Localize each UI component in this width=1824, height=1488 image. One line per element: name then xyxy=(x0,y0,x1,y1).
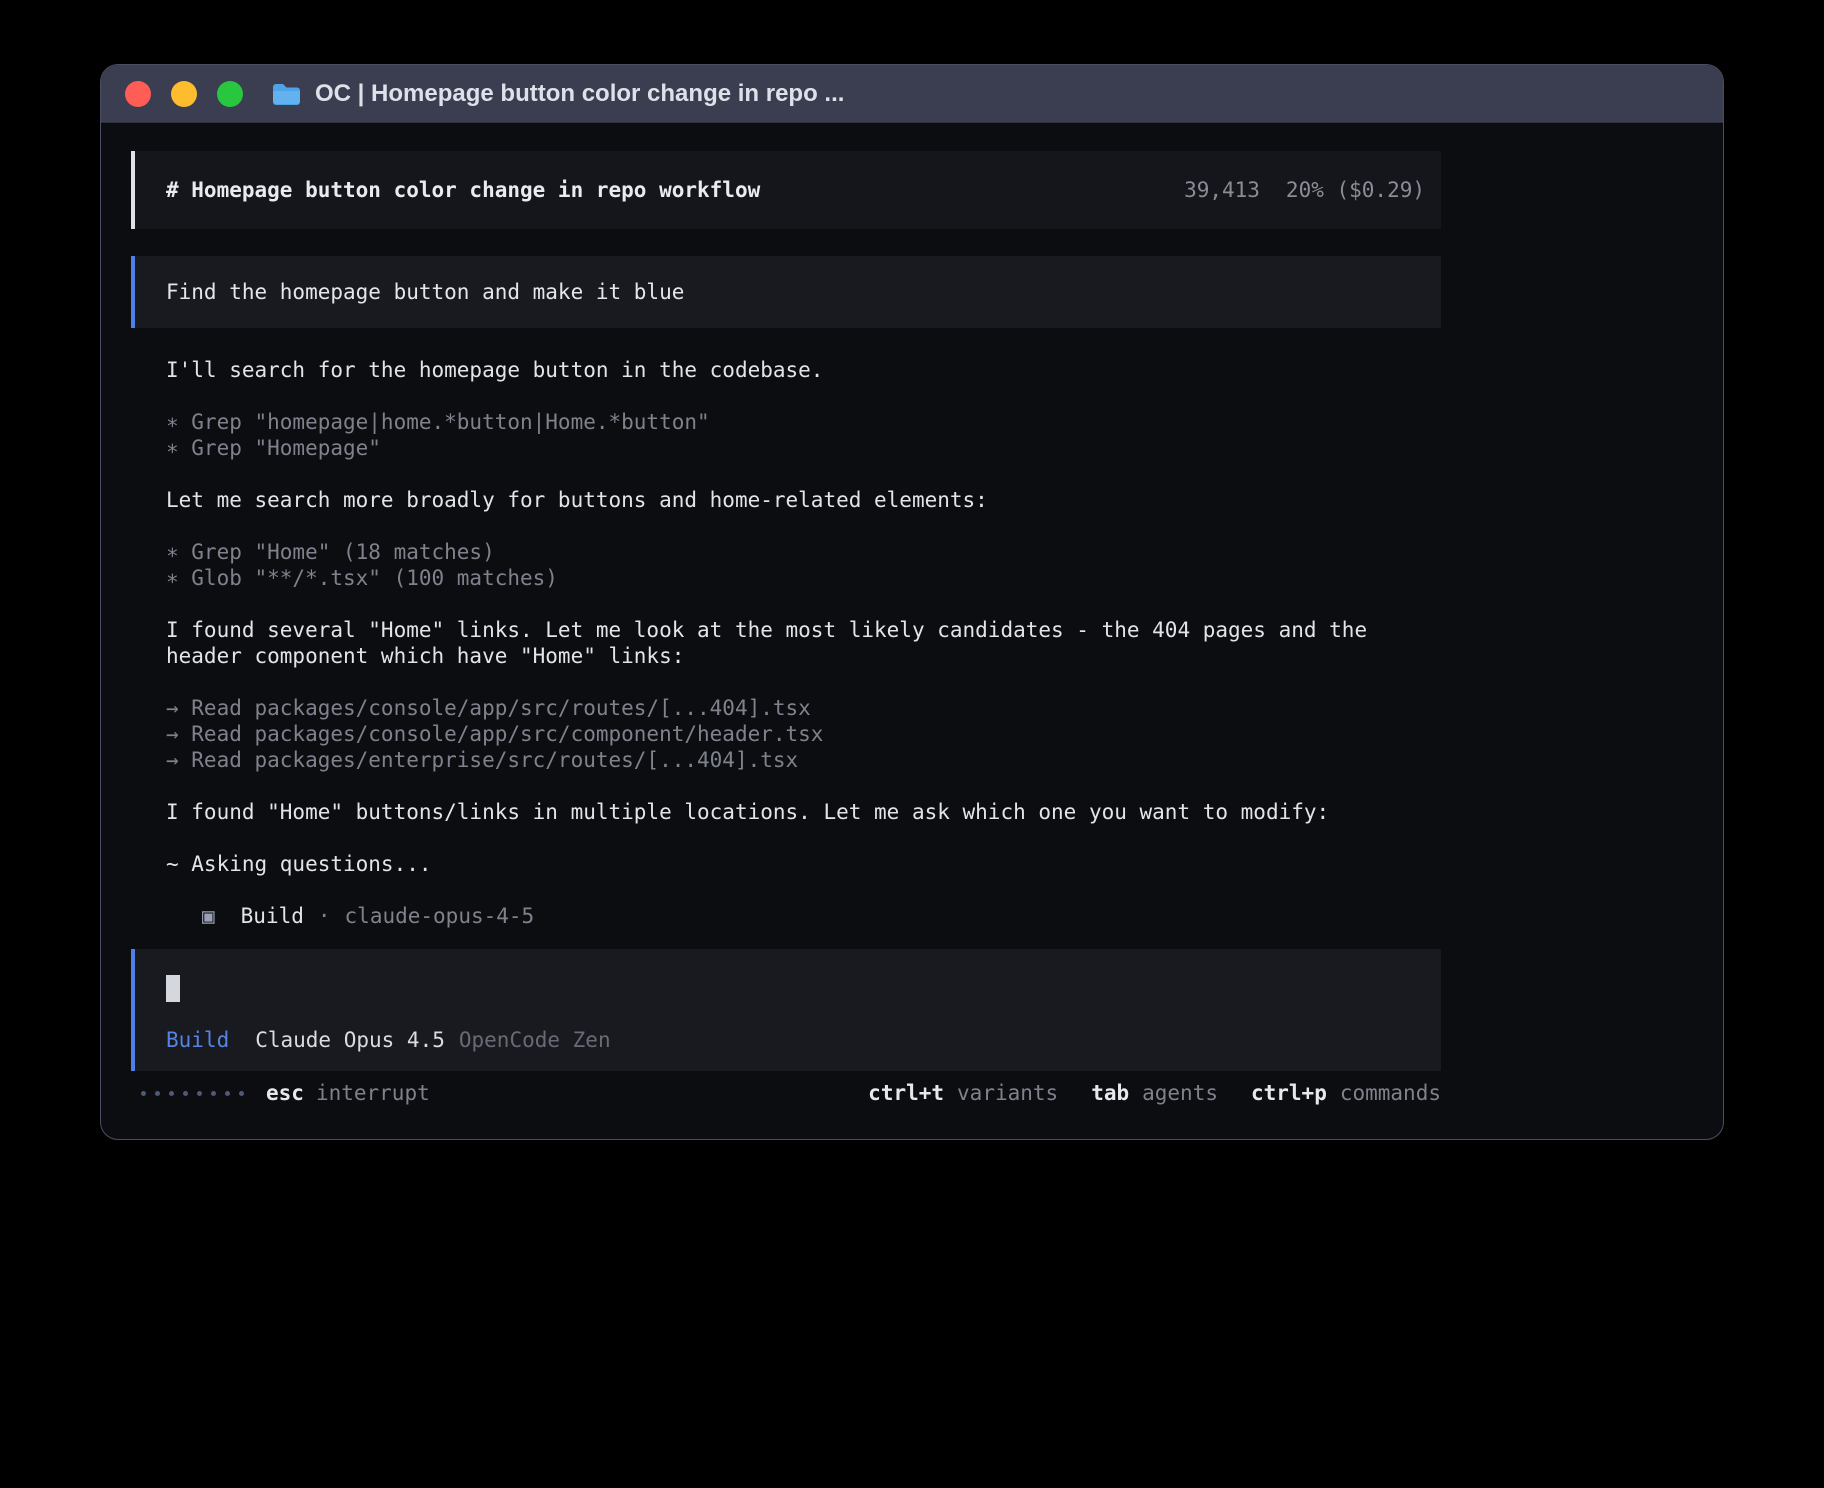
status-shortcuts: ctrl+t variants tab agents ctrl+p comman… xyxy=(868,1080,1441,1106)
user-message-text: Find the homepage button and make it blu… xyxy=(166,279,684,305)
agent-icon: ▣ xyxy=(202,903,215,929)
provider-name: OpenCode Zen xyxy=(459,1027,611,1053)
assistant-text-block: I found "Home" buttons/links in multiple… xyxy=(166,799,1441,825)
close-button[interactable] xyxy=(125,81,151,107)
assistant-text-line: header component which have "Home" links… xyxy=(166,643,1441,669)
tool-call-line: → Read packages/console/app/src/routes/[… xyxy=(166,695,1441,721)
token-count: 39,413 xyxy=(1184,177,1260,203)
shortcut-key: ctrl+p xyxy=(1251,1080,1327,1106)
tool-call-line: → Read packages/enterprise/src/routes/[.… xyxy=(166,747,1441,773)
assistant-text-line: Let me search more broadly for buttons a… xyxy=(166,487,1441,513)
assistant-text-block: I'll search for the homepage button in t… xyxy=(166,357,1441,383)
assistant-status-block: ~ Asking questions... xyxy=(166,851,1441,877)
assistant-text-line: I found "Home" buttons/links in multiple… xyxy=(166,799,1441,825)
transcript: I'll search for the homepage button in t… xyxy=(131,357,1441,929)
agent-name: Build xyxy=(241,903,304,929)
assistant-text-line: I found several "Home" links. Let me loo… xyxy=(166,617,1441,643)
tool-call-line: ∗ Grep "Home" (18 matches) xyxy=(166,539,1441,565)
esc-key-label: interrupt xyxy=(316,1080,430,1106)
agent-separator: · xyxy=(318,903,331,929)
shortcut-label: variants xyxy=(957,1080,1058,1106)
shortcut-label: agents xyxy=(1142,1080,1218,1106)
tool-call-line: ∗ Grep "homepage|home.*button|Home.*butt… xyxy=(166,409,1441,435)
shortcut-variants: ctrl+t variants xyxy=(868,1080,1058,1106)
session-title: # Homepage button color change in repo w… xyxy=(166,177,760,203)
shortcut-agents: tab agents xyxy=(1091,1080,1218,1106)
shortcut-key: tab xyxy=(1091,1080,1129,1106)
traffic-lights xyxy=(125,81,243,107)
session-header: # Homepage button color change in repo w… xyxy=(131,151,1441,229)
text-cursor xyxy=(166,975,180,1002)
status-left: esc interrupt xyxy=(131,1080,430,1106)
mode-indicator: Build xyxy=(166,1027,229,1053)
minimize-button[interactable] xyxy=(171,81,197,107)
status-bar: esc interrupt ctrl+t variants tab agents… xyxy=(131,1080,1441,1106)
tool-call-block: ∗ Grep "Home" (18 matches) ∗ Glob "**/*.… xyxy=(166,539,1441,591)
shortcut-commands: ctrl+p commands xyxy=(1251,1080,1441,1106)
input-area[interactable]: Build Claude Opus 4.5 OpenCode Zen xyxy=(131,949,1441,1071)
esc-key: esc xyxy=(266,1080,304,1106)
shortcut-key: ctrl+t xyxy=(868,1080,944,1106)
agent-model: claude-opus-4-5 xyxy=(345,903,535,929)
assistant-text-block: I found several "Home" links. Let me loo… xyxy=(166,617,1441,669)
shortcut-label: commands xyxy=(1340,1080,1441,1106)
assistant-text-line: I'll search for the homepage button in t… xyxy=(166,357,1441,383)
user-message: Find the homepage button and make it blu… xyxy=(131,256,1441,328)
session-stats: 39,413 20% ($0.29) xyxy=(1184,177,1425,203)
tool-call-block: → Read packages/console/app/src/routes/[… xyxy=(166,695,1441,773)
agent-status-line: ▣ Build · claude-opus-4-5 xyxy=(166,903,1441,929)
model-name: Claude Opus 4.5 xyxy=(255,1027,445,1053)
terminal-window: OC | Homepage button color change in rep… xyxy=(100,64,1724,1140)
assistant-text-block: Let me search more broadly for buttons a… xyxy=(166,487,1441,513)
tool-call-line: ∗ Glob "**/*.tsx" (100 matches) xyxy=(166,565,1441,591)
folder-icon xyxy=(271,82,301,106)
context-usage: 20% ($0.29) xyxy=(1286,177,1425,203)
spinner-dots-icon xyxy=(141,1091,244,1096)
tool-call-line: → Read packages/console/app/src/componen… xyxy=(166,721,1441,747)
tool-call-line: ∗ Grep "Homepage" xyxy=(166,435,1441,461)
terminal-content: # Homepage button color change in repo w… xyxy=(131,123,1441,1106)
asking-questions-status: ~ Asking questions... xyxy=(166,851,1441,877)
window-title: OC | Homepage button color change in rep… xyxy=(315,80,844,108)
titlebar[interactable]: OC | Homepage button color change in rep… xyxy=(101,65,1723,123)
tool-call-block: ∗ Grep "homepage|home.*button|Home.*butt… xyxy=(166,409,1441,461)
zoom-button[interactable] xyxy=(217,81,243,107)
input-footer: Build Claude Opus 4.5 OpenCode Zen xyxy=(166,1027,1441,1053)
